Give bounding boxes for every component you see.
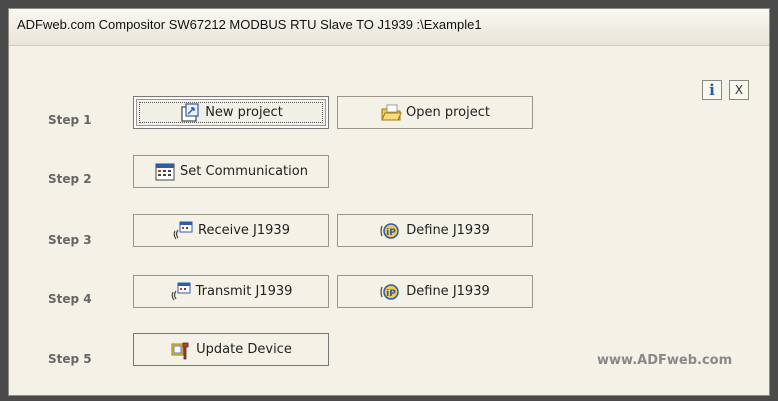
step-4-label: Step 4 bbox=[48, 292, 92, 306]
receive-j1939-button[interactable]: Receive J1939 bbox=[133, 214, 329, 247]
define-icon: iP bbox=[380, 281, 402, 303]
transmit-j1939-label: Transmit J1939 bbox=[195, 284, 293, 299]
new-project-button[interactable]: New project bbox=[133, 96, 329, 129]
transmit-icon bbox=[170, 281, 192, 303]
website-link[interactable]: www.ADFweb.com bbox=[597, 353, 732, 368]
communication-table-icon bbox=[154, 161, 176, 183]
info-icon: i bbox=[709, 81, 715, 99]
open-project-button[interactable]: Open project bbox=[337, 96, 533, 129]
new-project-icon bbox=[179, 102, 201, 124]
window-title: ADFweb.com Compositor SW67212 MODBUS RTU… bbox=[17, 17, 482, 32]
receive-j1939-label: Receive J1939 bbox=[198, 223, 290, 238]
define-j1939-transmit-button[interactable]: iP Define J1939 bbox=[337, 275, 533, 308]
step-2-label: Step 2 bbox=[48, 172, 92, 186]
define-j1939-label: Define J1939 bbox=[406, 223, 490, 238]
step-5-label: Step 5 bbox=[48, 352, 92, 366]
receive-icon bbox=[172, 220, 194, 242]
set-communication-button[interactable]: Set Communication bbox=[133, 155, 329, 188]
title-bar[interactable]: ADFweb.com Compositor SW67212 MODBUS RTU… bbox=[9, 9, 769, 46]
step-1-label: Step 1 bbox=[48, 113, 92, 127]
define-j1939-receive-button[interactable]: iP Define J1939 bbox=[337, 214, 533, 247]
update-device-icon bbox=[170, 339, 192, 361]
update-device-label: Update Device bbox=[196, 342, 292, 357]
step-3-label: Step 3 bbox=[48, 233, 92, 247]
close-icon: X bbox=[734, 83, 744, 97]
new-project-label: New project bbox=[205, 105, 283, 120]
open-project-label: Open project bbox=[406, 105, 490, 120]
folder-icon bbox=[380, 102, 402, 124]
info-button[interactable]: i bbox=[702, 80, 722, 100]
compositor-window: ADFweb.com Compositor SW67212 MODBUS RTU… bbox=[8, 8, 770, 396]
close-button[interactable]: X bbox=[729, 80, 749, 100]
update-device-button[interactable]: Update Device bbox=[133, 333, 329, 366]
define-j1939-label: Define J1939 bbox=[406, 284, 490, 299]
svg-text:iP: iP bbox=[386, 289, 396, 299]
svg-text:iP: iP bbox=[386, 228, 396, 238]
set-communication-label: Set Communication bbox=[180, 164, 308, 179]
define-icon: iP bbox=[380, 220, 402, 242]
transmit-j1939-button[interactable]: Transmit J1939 bbox=[133, 275, 329, 308]
